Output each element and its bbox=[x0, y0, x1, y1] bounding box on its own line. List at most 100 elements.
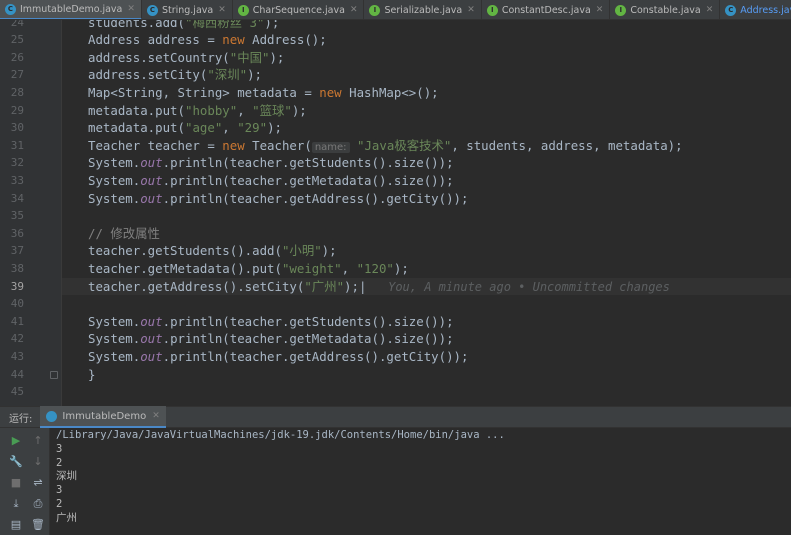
trash-icon[interactable]: 🗑 bbox=[30, 517, 46, 533]
tab-label: ImmutableDemo.java bbox=[20, 3, 123, 15]
keyword: new bbox=[222, 32, 253, 48]
code-text: } bbox=[88, 366, 96, 382]
code-line[interactable]: Teacher teacher = new Teacher(name: "Jav… bbox=[88, 137, 683, 155]
string-literal: "中国" bbox=[229, 49, 270, 65]
code-text: .println(teacher.getMetadata().size()); bbox=[162, 331, 454, 347]
code-line[interactable]: students.add("梅西粉丝 3"); bbox=[88, 20, 279, 31]
code-line[interactable]: System.out.println(teacher.getMetadata()… bbox=[88, 330, 454, 348]
soft-wrap-icon[interactable]: ⇌ bbox=[30, 475, 46, 491]
editor-tab[interactable]: I ConstantDesc.java ✕ bbox=[482, 0, 611, 19]
code-line[interactable]: Address address = new Address(); bbox=[88, 31, 327, 49]
editor-tab[interactable]: I CharSequence.java ✕ bbox=[233, 0, 365, 19]
tab-label: ConstantDesc.java bbox=[501, 4, 591, 16]
run-tab-label: ImmutableDemo bbox=[62, 410, 147, 422]
code-editor[interactable]: 24 25 26 27 28 29 30 31 32 33 34 35 36 37 38 39 40 41 42 43… bbox=[0, 20, 791, 406]
fold-marker-icon[interactable] bbox=[50, 370, 58, 379]
code-text: Address(); bbox=[252, 32, 327, 48]
run-toolbar: ▶ ↑ 🔧 ↓ ■ ⇌ ⤓ ⎙ ▤ 🗑 bbox=[0, 428, 50, 535]
close-icon[interactable]: ✕ bbox=[350, 5, 358, 15]
wrench-icon[interactable]: 🔧 bbox=[8, 454, 24, 470]
code-line[interactable]: System.out.println(teacher.getAddress().… bbox=[88, 348, 468, 366]
line-number: 35 bbox=[10, 209, 24, 223]
code-line[interactable]: } bbox=[88, 366, 95, 384]
editor-tab[interactable]: I Constable.java ✕ bbox=[610, 0, 721, 19]
code-line[interactable]: System.out.println(teacher.getStudents()… bbox=[88, 154, 454, 172]
code-line[interactable]: teacher.getAddress().setCity("广州");| You… bbox=[88, 278, 670, 296]
console-output-line: 广州 bbox=[56, 511, 77, 524]
line-number: 29 bbox=[10, 103, 24, 117]
code-line[interactable]: System.out.println(teacher.getMetadata()… bbox=[88, 172, 454, 190]
close-icon[interactable]: ✕ bbox=[467, 5, 475, 15]
code-line[interactable]: address.setCountry("中国"); bbox=[88, 49, 284, 67]
keyword: new bbox=[222, 137, 253, 153]
editor-tab[interactable]: I Serializable.java ✕ bbox=[364, 0, 482, 19]
close-icon[interactable]: ✕ bbox=[152, 411, 160, 421]
print-icon[interactable]: ⎙ bbox=[30, 496, 46, 512]
run-icon[interactable]: ▶ bbox=[8, 433, 24, 449]
code-line[interactable]: teacher.getStudents().add("小明"); bbox=[88, 242, 337, 260]
string-literal: "age" bbox=[184, 120, 223, 136]
code-text: .println(teacher.getStudents().size()); bbox=[162, 155, 454, 171]
close-icon[interactable]: ✕ bbox=[218, 5, 226, 15]
interface-icon: I bbox=[369, 4, 381, 16]
static-field: out bbox=[140, 172, 163, 188]
line-number: 37 bbox=[10, 244, 24, 258]
console-output-line: 2 bbox=[56, 498, 63, 510]
code-line[interactable]: metadata.put("age", "29"); bbox=[88, 119, 282, 137]
string-literal: "篮球" bbox=[252, 102, 292, 118]
code-text: , bbox=[341, 260, 357, 276]
up-arrow-icon[interactable]: ↑ bbox=[30, 433, 46, 449]
code-text: System. bbox=[88, 313, 141, 329]
code-line[interactable]: System.out.println(teacher.getAddress().… bbox=[88, 190, 468, 208]
editor-tab[interactable]: CAddress.java✕ bbox=[720, 0, 791, 19]
console-output-line: 3 bbox=[56, 442, 63, 455]
string-literal: "120" bbox=[356, 260, 394, 276]
code-text: .println(teacher.getAddress().getCity())… bbox=[162, 190, 469, 206]
code-line[interactable]: System.out.println(teacher.getStudents()… bbox=[88, 313, 454, 331]
close-icon[interactable]: ✕ bbox=[596, 5, 604, 15]
code-line[interactable]: teacher.getMetadata().put("weight", "120… bbox=[88, 260, 409, 278]
string-literal: "深圳" bbox=[207, 67, 248, 83]
string-literal: "广州" bbox=[304, 278, 345, 294]
line-number: 24 bbox=[10, 20, 24, 29]
static-field: out bbox=[140, 331, 163, 347]
code-line[interactable]: // 修改属性 bbox=[88, 225, 160, 243]
line-number: 31 bbox=[10, 138, 24, 152]
code-text: , bbox=[222, 120, 238, 136]
code-text: Teacher( bbox=[252, 137, 312, 153]
interface-icon: I bbox=[486, 4, 498, 16]
down-arrow-icon[interactable]: ↓ bbox=[30, 454, 46, 470]
line-number: 36 bbox=[10, 226, 24, 240]
line-number: 34 bbox=[10, 191, 24, 205]
parameter-hint: name: bbox=[311, 141, 350, 153]
scroll-to-end-icon[interactable]: ⤓ bbox=[8, 496, 24, 512]
code-text: ); bbox=[321, 243, 337, 259]
line-number: 43 bbox=[10, 349, 24, 363]
code-line[interactable]: metadata.put("hobby", "篮球"); bbox=[88, 102, 307, 120]
line-number: 27 bbox=[10, 68, 24, 82]
code-line[interactable]: address.setCity("深圳"); bbox=[88, 66, 262, 84]
code-line[interactable]: Map<String, String> metadata = new HashM… bbox=[88, 84, 439, 102]
code-text: ); bbox=[291, 102, 307, 118]
code-text: ); bbox=[267, 120, 282, 136]
string-literal: "29" bbox=[237, 120, 268, 136]
editor-tab[interactable]: C ImmutableDemo.java ✕ bbox=[0, 0, 142, 19]
string-literal: "weight" bbox=[281, 260, 342, 276]
console-output[interactable]: /Library/Java/JavaVirtualMachines/jdk-19… bbox=[50, 428, 791, 535]
code-text: Address address = bbox=[88, 32, 223, 48]
close-icon[interactable]: ✕ bbox=[127, 4, 135, 14]
tab-label: Constable.java bbox=[630, 4, 701, 16]
git-blame-annotation: You, A minute ago • Uncommitted changes bbox=[366, 279, 670, 294]
editor-tab[interactable]: C String.java ✕ bbox=[142, 0, 233, 19]
run-tab[interactable]: ImmutableDemo ✕ bbox=[40, 406, 166, 428]
class-icon bbox=[46, 410, 58, 422]
close-icon[interactable]: ✕ bbox=[706, 5, 714, 15]
code-text: System. bbox=[88, 172, 141, 188]
line-number-gutter: 24 25 26 27 28 29 30 31 32 33 34 35 36 37 38 39 40 41 42 43… bbox=[0, 20, 62, 406]
layout-icon[interactable]: ▤ bbox=[8, 517, 24, 533]
code-text: Map<String, String> metadata = bbox=[88, 84, 320, 100]
stop-icon[interactable]: ■ bbox=[8, 475, 24, 491]
console-command-line: /Library/Java/JavaVirtualMachines/jdk-19… bbox=[56, 429, 505, 441]
code-text: teacher.getMetadata().put( bbox=[88, 260, 282, 276]
line-number: 26 bbox=[10, 50, 24, 64]
